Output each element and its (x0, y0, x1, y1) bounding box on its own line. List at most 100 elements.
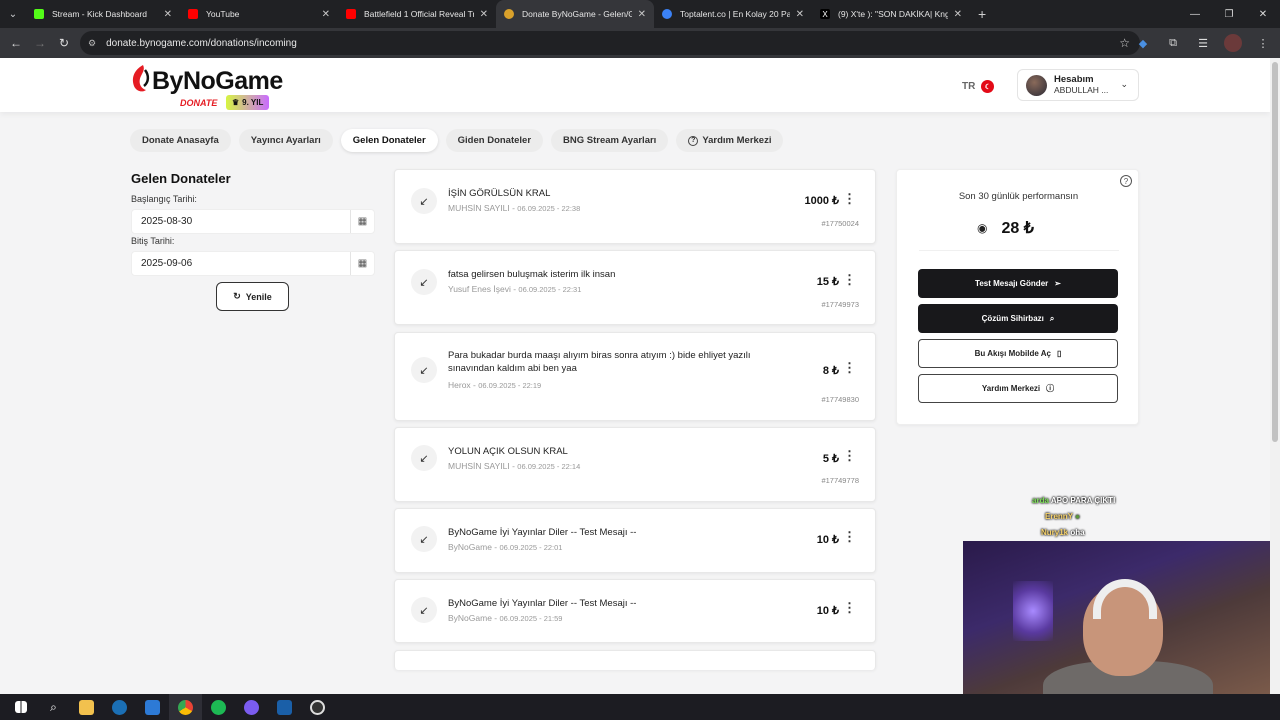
incoming-arrow-icon: ↙ (411, 188, 437, 214)
close-tab-icon[interactable]: ✕ (480, 9, 488, 20)
more-options-icon[interactable]: ⋮ (843, 360, 856, 376)
more-options-icon[interactable]: ⋮ (843, 600, 856, 616)
reload-icon[interactable]: ↻ (52, 36, 76, 50)
extensions-puzzle-icon[interactable]: ⧉ (1164, 34, 1182, 52)
obs-icon[interactable] (301, 694, 334, 720)
eye-icon[interactable]: ◉ (977, 221, 987, 235)
button-label: Test Mesajı Gönder (975, 279, 1049, 288)
donation-meta: ByNoGame - 06.09.2025 - 22:01 (448, 542, 563, 552)
spotify-icon[interactable] (202, 694, 235, 720)
start-date-field[interactable]: 2025-08-30 ▦ (131, 209, 375, 234)
frog-emote-icon: ● (1075, 512, 1080, 521)
new-tab-icon[interactable]: + (978, 6, 986, 22)
incoming-arrow-icon: ↙ (411, 357, 437, 383)
bookmark-star-icon[interactable]: ☆ (1119, 36, 1130, 50)
help-icon[interactable]: ? (1120, 175, 1132, 187)
donation-card[interactable]: ↙ Para bukadar burda maaşı alıyım biras … (394, 332, 876, 421)
site-settings-icon[interactable]: ⚙ (88, 38, 96, 49)
donation-message: ByNoGame İyi Yayınlar Diler -- Test Mesa… (448, 527, 637, 538)
tab-donate-home[interactable]: Donate Anasayfa (130, 129, 231, 152)
browser-menu-icon[interactable]: ⋮ (1254, 34, 1272, 52)
more-options-icon[interactable]: ⋮ (843, 529, 856, 545)
profile-avatar-icon[interactable] (1224, 34, 1242, 52)
tab-incoming-donations[interactable]: Gelen Donateler (340, 129, 438, 152)
close-window-icon[interactable]: ✕ (1246, 0, 1280, 28)
close-tab-icon[interactable]: ✕ (954, 9, 962, 20)
donation-sender: Yusuf Enes İşevi (448, 284, 511, 294)
back-icon[interactable]: ← (4, 36, 28, 50)
donation-card[interactable]: ↙ ByNoGame İyi Yayınlar Diler -- Test Me… (394, 579, 876, 643)
close-tab-icon[interactable]: ✕ (638, 9, 646, 20)
url-field[interactable]: ⚙ donate.bynogame.com/donations/incoming… (80, 31, 1140, 55)
language-code: TR (962, 81, 976, 92)
tab-label: Yardım Merkezi (702, 135, 772, 146)
tab-bynogame[interactable]: Donate ByNoGame - Gelen/Gid ✕ (496, 0, 654, 28)
send-test-message-button[interactable]: Test Mesajı Gönder ➢ (918, 269, 1118, 298)
close-tab-icon[interactable]: ✕ (164, 9, 172, 20)
store-icon[interactable] (136, 694, 169, 720)
steam-icon[interactable] (103, 694, 136, 720)
tab-x[interactable]: X (9) X'te ): "SON DAKİKA| Kngl S ✕ (812, 0, 970, 28)
youtube-favicon-icon (188, 9, 198, 19)
donation-message: fatsa gelirsen buluşmak isterim ilk insa… (448, 269, 616, 280)
open-on-mobile-button[interactable]: Bu Akışı Mobilde Aç ▯ (918, 339, 1118, 368)
donation-meta: MUHSİN SAYILI - 06.09.2025 - 22:14 (448, 461, 581, 471)
brand-sub: DONATE (180, 98, 218, 108)
tab-bng-stream-settings[interactable]: BNG Stream Ayarları (551, 129, 669, 152)
donation-message: YOLUN AÇIK OLSUN KRAL (448, 446, 568, 457)
reading-list-icon[interactable]: ☰ (1194, 34, 1212, 52)
more-options-icon[interactable]: ⋮ (843, 448, 856, 464)
end-date-field[interactable]: 2025-09-06 ▦ (131, 251, 375, 276)
donation-meta: ByNoGame - 06.09.2025 - 21:59 (448, 613, 563, 623)
forward-icon[interactable]: → (28, 36, 52, 50)
donation-id: #17749830 (821, 395, 859, 404)
donation-sender: ByNoGame (448, 613, 492, 623)
windows-start-icon[interactable] (4, 694, 37, 720)
tab-search-icon[interactable]: ⌄ (0, 0, 26, 28)
donation-amount: 8 ₺ (822, 365, 839, 377)
more-options-icon[interactable]: ⋮ (843, 191, 856, 207)
more-options-icon[interactable]: ⋮ (843, 272, 856, 288)
donation-meta: Herox - 06.09.2025 - 22:19 (448, 380, 542, 390)
minimize-icon[interactable]: — (1178, 0, 1212, 28)
donation-date: 06.09.2025 - 22:01 (499, 543, 563, 552)
incoming-arrow-icon: ↙ (411, 445, 437, 471)
steam-alt-icon[interactable] (268, 694, 301, 720)
account-menu[interactable]: Hesabım ABDULLAH ... ⌄ (1017, 69, 1139, 101)
tab-help-center[interactable]: ? Yardım Merkezi (676, 129, 784, 152)
donation-card[interactable]: ↙ ByNoGame İyi Yayınlar Diler -- Test Me… (394, 508, 876, 573)
donation-card[interactable]: ↙ fatsa gelirsen buluşmak isterim ilk in… (394, 250, 876, 325)
tab-streamer-settings[interactable]: Yayıncı Ayarları (238, 129, 333, 152)
magic-search-icon: ⌕ (1049, 313, 1055, 323)
bynogame-logo[interactable]: ByNoGame DONATE ♛ 9. YIL (130, 64, 283, 110)
scrollbar-thumb[interactable] (1272, 62, 1278, 442)
toptalent-favicon-icon (662, 9, 672, 19)
search-icon[interactable]: ⌕ (37, 694, 70, 720)
kick-favicon-icon (34, 9, 44, 19)
extension-icon[interactable]: ◆ (1134, 34, 1152, 52)
file-explorer-icon[interactable] (70, 694, 103, 720)
language-selector[interactable]: TR ☾ (962, 80, 995, 93)
close-tab-icon[interactable]: ✕ (796, 9, 804, 20)
chevron-down-icon: ⌄ (1120, 79, 1128, 89)
discord-icon[interactable] (235, 694, 268, 720)
tab-kick[interactable]: Stream - Kick Dashboard ✕ (26, 0, 180, 28)
donation-card[interactable]: ↙ YOLUN AÇIK OLSUN KRAL MUHSİN SAYILI - … (394, 427, 876, 502)
tab-outgoing-donations[interactable]: Giden Donateler (445, 129, 544, 152)
button-label: Yardım Merkezi (981, 384, 1041, 393)
calendar-icon[interactable]: ▦ (350, 210, 374, 233)
close-tab-icon[interactable]: ✕ (322, 9, 330, 20)
tab-toptalent[interactable]: Toptalent.co | En Kolay 20 Para ✕ (654, 0, 812, 28)
tab-battlefield[interactable]: Battlefield 1 Official Reveal Trai ✕ (338, 0, 496, 28)
donation-meta: MUHSİN SAYILI - 06.09.2025 - 22:38 (448, 203, 581, 213)
chrome-icon[interactable] (169, 694, 202, 720)
solution-wizard-button[interactable]: Çözüm Sihirbazı ⌕ (918, 304, 1118, 333)
restore-icon[interactable]: ❐ (1212, 0, 1246, 28)
calendar-icon[interactable]: ▦ (350, 252, 374, 275)
refresh-button[interactable]: ↻ Yenile (216, 282, 289, 311)
donation-card-partial[interactable] (394, 650, 876, 670)
help-center-button[interactable]: Yardım Merkezi ⓘ (918, 374, 1118, 403)
tab-youtube[interactable]: YouTube ✕ (180, 0, 338, 28)
donation-amount: 1000 ₺ (804, 195, 839, 207)
donation-card[interactable]: ↙ İŞİN GÖRÜLSÜN KRAL MUHSİN SAYILI - 06.… (394, 169, 876, 244)
